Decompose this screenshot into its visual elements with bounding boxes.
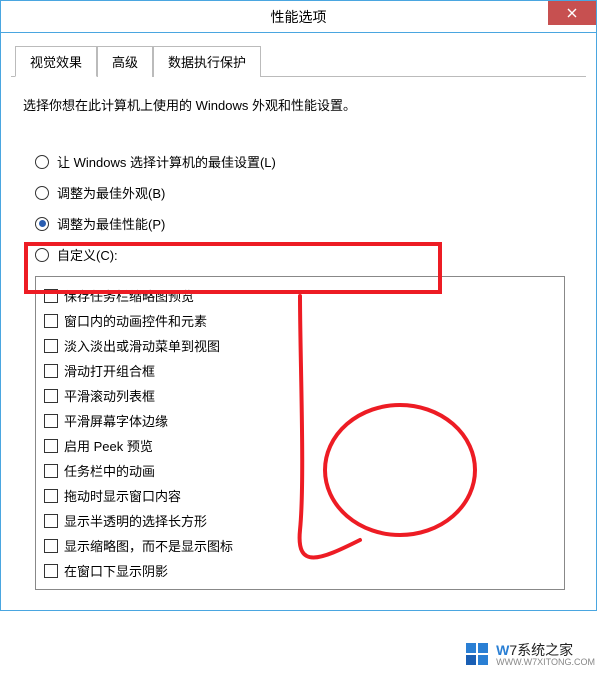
checkbox-item[interactable]: 窗口内的动画控件和元素: [42, 308, 558, 333]
radio-icon: [35, 248, 49, 262]
checkbox-icon: [44, 339, 58, 353]
checkbox-item[interactable]: 显示半透明的选择长方形: [42, 508, 558, 533]
checkbox-label: 在窗口下显示阴影: [64, 561, 168, 580]
checkbox-item[interactable]: 显示缩略图，而不是显示图标: [42, 533, 558, 558]
checkbox-item[interactable]: 任务栏中的动画: [42, 458, 558, 483]
checkbox-item[interactable]: 拖动时显示窗口内容: [42, 483, 558, 508]
checkbox-icon: [44, 364, 58, 378]
checkbox-item[interactable]: 淡入淡出或滑动菜单到视图: [42, 333, 558, 358]
checkbox-icon: [44, 564, 58, 578]
checkbox-label: 保存任务栏缩略图预览: [64, 286, 194, 305]
checkbox-icon: [44, 289, 58, 303]
checkbox-label: 滑动打开组合框: [64, 361, 155, 380]
checkbox-icon: [44, 314, 58, 328]
close-button[interactable]: [548, 1, 596, 25]
radio-label: 让 Windows 选择计算机的最佳设置(L): [57, 152, 276, 171]
checkbox-label: 启用 Peek 预览: [64, 436, 153, 455]
radio-icon: [35, 217, 49, 231]
watermark-text: W7系统之家 WWW.W7XITONG.COM: [496, 643, 595, 668]
titlebar: 性能选项: [1, 1, 596, 33]
watermark: W7系统之家 WWW.W7XITONG.COM: [466, 643, 595, 668]
effects-checkbox-list: 保存任务栏缩略图预览 窗口内的动画控件和元素 淡入淡出或滑动菜单到视图 滑动打开…: [35, 276, 565, 590]
checkbox-icon: [44, 539, 58, 553]
checkbox-item[interactable]: 保存任务栏缩略图预览: [42, 283, 558, 308]
tab-visual-effects[interactable]: 视觉效果: [15, 46, 97, 77]
checkbox-item[interactable]: 启用 Peek 预览: [42, 433, 558, 458]
checkbox-label: 淡入淡出或滑动菜单到视图: [64, 336, 220, 355]
checkbox-icon: [44, 514, 58, 528]
radio-label: 调整为最佳性能(P): [57, 214, 165, 233]
content-area: 视觉效果 高级 数据执行保护 选择你想在此计算机上使用的 Windows 外观和…: [1, 33, 596, 610]
checkbox-label: 窗口内的动画控件和元素: [64, 311, 207, 330]
panel-description: 选择你想在此计算机上使用的 Windows 外观和性能设置。: [23, 95, 574, 114]
watermark-url: WWW.W7XITONG.COM: [496, 658, 595, 668]
checkbox-label: 显示缩略图，而不是显示图标: [64, 536, 233, 555]
checkbox-label: 拖动时显示窗口内容: [64, 486, 181, 505]
performance-options-window: 性能选项 视觉效果 高级 数据执行保护 选择你想在此计算机上使用的 Window…: [0, 0, 597, 611]
checkbox-icon: [44, 414, 58, 428]
close-icon: [567, 8, 577, 18]
tab-strip: 视觉效果 高级 数据执行保护: [11, 45, 586, 77]
checkbox-label: 显示半透明的选择长方形: [64, 511, 207, 530]
checkbox-label: 任务栏中的动画: [64, 461, 155, 480]
checkbox-label: 平滑滚动列表框: [64, 386, 155, 405]
radio-best-appearance[interactable]: 调整为最佳外观(B): [35, 183, 574, 202]
tab-dep[interactable]: 数据执行保护: [153, 46, 261, 77]
checkbox-icon: [44, 464, 58, 478]
watermark-brand: W7系统之家: [496, 643, 595, 658]
visual-effects-panel: 选择你想在此计算机上使用的 Windows 外观和性能设置。 让 Windows…: [11, 77, 586, 600]
radio-custom[interactable]: 自定义(C):: [35, 245, 574, 264]
checkbox-item[interactable]: 平滑滚动列表框: [42, 383, 558, 408]
watermark-logo-icon: [466, 643, 492, 667]
window-title: 性能选项: [271, 7, 327, 27]
radio-auto[interactable]: 让 Windows 选择计算机的最佳设置(L): [35, 152, 574, 171]
checkbox-icon: [44, 489, 58, 503]
radio-icon: [35, 186, 49, 200]
radio-best-performance[interactable]: 调整为最佳性能(P): [35, 214, 574, 233]
checkbox-label: 平滑屏幕字体边缘: [64, 411, 168, 430]
radio-label: 调整为最佳外观(B): [57, 183, 165, 202]
checkbox-icon: [44, 389, 58, 403]
checkbox-item[interactable]: 平滑屏幕字体边缘: [42, 408, 558, 433]
tab-advanced[interactable]: 高级: [97, 46, 153, 77]
checkbox-item[interactable]: 滑动打开组合框: [42, 358, 558, 383]
radio-icon: [35, 155, 49, 169]
checkbox-item[interactable]: 在窗口下显示阴影: [42, 558, 558, 583]
radio-label: 自定义(C):: [57, 245, 118, 264]
radio-group: 让 Windows 选择计算机的最佳设置(L) 调整为最佳外观(B) 调整为最佳…: [23, 152, 574, 264]
checkbox-icon: [44, 439, 58, 453]
